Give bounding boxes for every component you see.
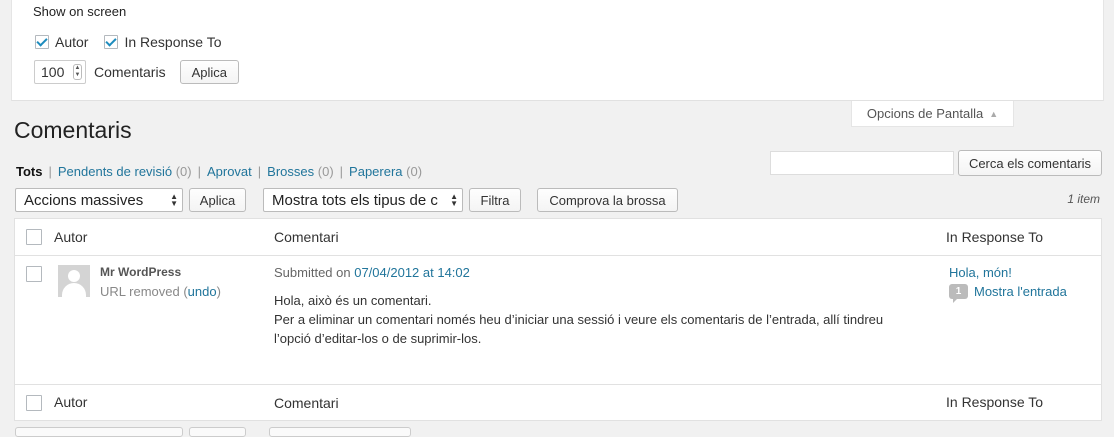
select-arrows-icon: ▲ ▼ [450,192,458,208]
url-removed-text: URL removed ( [100,284,188,299]
filter-spam-count: (0) [317,164,334,179]
view-post-link[interactable]: Mostra l'entrada [974,284,1067,299]
bulk-apply-button[interactable]: Aplica [189,188,246,212]
column-toggles: Autor In Response To [35,34,238,50]
post-title-link[interactable]: Hola, món! [949,265,1012,280]
author-column-checkbox[interactable] [35,35,49,49]
submitted-on: Submitted on 07/04/2012 at 14:02 [274,265,470,280]
column-in-response-to-footer[interactable]: In Response To [946,394,1043,410]
response-column-label: In Response To [124,34,222,50]
table-header: Autor Comentari In Response To [15,219,1101,256]
comment-type-select[interactable]: Mostra tots els tipus de c ▲ ▼ [263,188,463,212]
page-title: Comentaris [14,117,132,143]
check-spam-button-bottom[interactable] [269,427,411,437]
filter-pending-count: (0) [175,164,192,179]
caret-up-icon: ▲ [989,108,999,119]
per-page-input[interactable]: 100 ▲ ▼ [34,60,86,84]
bulk-apply-button-bottom[interactable] [189,427,246,437]
select-all-checkbox-footer[interactable] [26,395,42,411]
column-comment: Comentari [274,229,339,245]
comment-type-value: Mostra tots els tipus de c [272,191,438,209]
table-footer: Autor Comentari In Response To [15,384,1101,421]
row-checkbox[interactable] [26,266,42,282]
search-input[interactable] [770,151,954,175]
screen-options-panel: Show on screen Autor In Response To 100 … [11,0,1104,101]
bulk-actions-select-bottom[interactable] [15,427,183,437]
filter-spam[interactable]: Brosses [267,164,314,179]
comment-line: Per a eliminar un comentari només heu d’… [274,312,884,346]
per-page-label: Comentaris [94,64,166,80]
avatar [58,265,90,297]
author-name: Mr WordPress [100,265,182,279]
response-column-checkbox[interactable] [104,35,119,49]
bulk-actions-value: Accions massives [24,191,144,209]
filter-button[interactable]: Filtra [469,188,521,212]
filter-approved[interactable]: Aprovat [207,164,252,179]
select-all-checkbox[interactable] [26,229,42,245]
screen-options-tab-label: Opcions de Pantalla [866,106,984,121]
column-author[interactable]: Autor [54,229,87,245]
filter-trash-count: (0) [406,164,423,179]
comment-line: Hola, això és un comentari. [274,293,432,308]
select-arrows-icon: ▲ ▼ [170,192,178,208]
search-comments-button[interactable]: Cerca els comentaris [958,150,1102,176]
column-toggle-author[interactable]: Autor [35,34,88,50]
filter-pending[interactable]: Pendents de revisió [58,164,172,179]
bulk-actions-select[interactable]: Accions massives ▲ ▼ [15,188,183,212]
check-spam-button[interactable]: Comprova la brossa [537,188,678,212]
column-toggle-response[interactable]: In Response To [104,34,222,50]
comments-table: Autor Comentari In Response To Mr WordPr… [14,218,1102,421]
response-info: 1 Mostra l'entrada [949,284,1067,303]
stepper-icon[interactable]: ▲ ▼ [73,64,82,80]
screen-options-title: Show on screen [33,4,127,19]
screen-options-apply-button[interactable]: Aplica [179,60,240,84]
status-filters: Tots | Pendents de revisió (0) | Aprovat | Bro… [16,164,423,179]
comment-date-link[interactable]: 07/04/2012 at 14:02 [354,265,470,280]
per-page-row: 100 ▲ ▼ Comentaris Aplica [34,60,240,84]
comment-count-bubble-icon[interactable]: 1 [949,284,968,303]
filter-all[interactable]: Tots [16,164,42,179]
per-page-value: 100 [41,64,65,80]
column-in-response-to[interactable]: In Response To [946,229,1043,245]
screen-options-tab[interactable]: Opcions de Pantalla ▲ [851,101,1014,127]
url-removed-close: ) [216,284,221,299]
filter-trash[interactable]: Paperera [349,164,402,179]
undo-link[interactable]: undo [188,284,217,299]
column-comment-footer: Comentari [274,395,339,411]
items-count: 1 item [1067,192,1100,206]
comment-body: Hola, això és un comentari. Per a elimin… [274,291,914,348]
submitted-prefix: Submitted on [274,265,355,280]
author-column-label: Autor [55,34,89,50]
column-author-footer[interactable]: Autor [54,394,87,410]
author-url-status: URL removed (undo) [100,284,221,299]
